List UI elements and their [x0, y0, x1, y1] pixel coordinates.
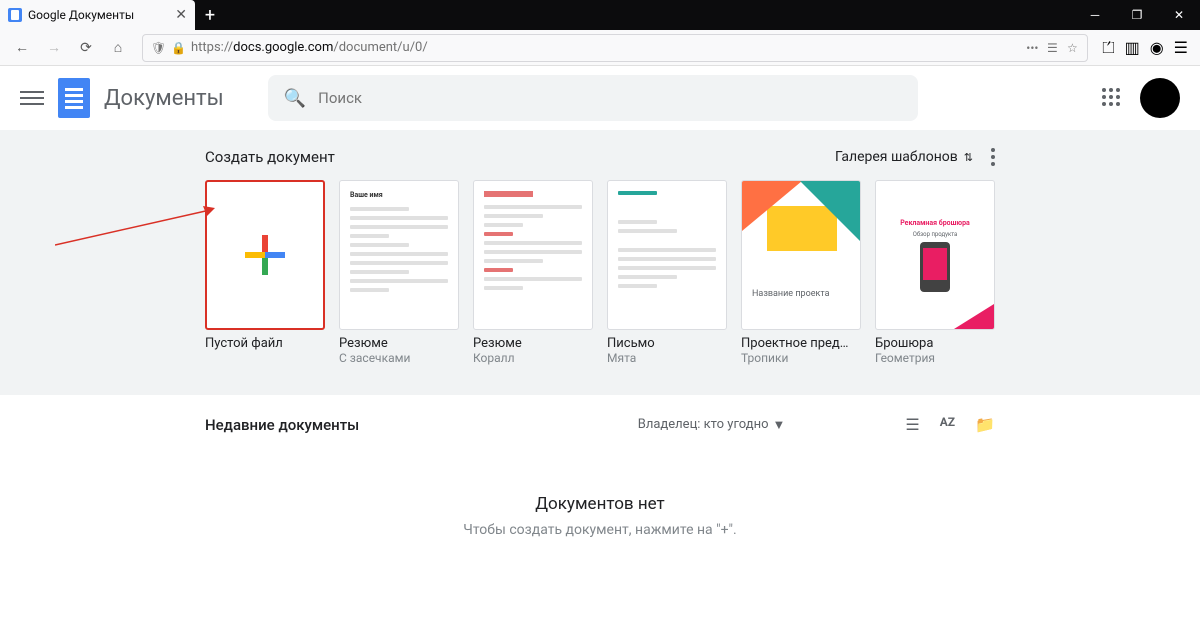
- url-text: https://docs.google.com/document/u/0/: [191, 40, 1019, 55]
- template-resume-serif[interactable]: Ваше имя Резюме С засечками: [339, 180, 459, 365]
- sidebar-icon[interactable]: ▥: [1125, 38, 1140, 57]
- close-button[interactable]: ✕: [1158, 0, 1200, 30]
- docs-favicon: [8, 8, 22, 22]
- blank-thumb: [205, 180, 325, 330]
- lock-icon: 🔒: [171, 41, 185, 55]
- apps-launcher-icon[interactable]: [1102, 88, 1122, 108]
- tab-title: Google Документы: [28, 8, 134, 22]
- bookmark-icon[interactable]: ☆: [1065, 41, 1079, 55]
- template-blank[interactable]: Пустой файл: [205, 180, 325, 365]
- address-bar[interactable]: 🛡 🔒 https://docs.google.com/document/u/0…: [142, 34, 1088, 62]
- menu-button[interactable]: ☰: [1174, 38, 1188, 57]
- plus-icon: [245, 235, 285, 275]
- gallery-label: Галерея шаблонов: [835, 149, 958, 165]
- minimize-button[interactable]: ─: [1074, 0, 1116, 30]
- reload-button[interactable]: ⟳: [72, 34, 100, 62]
- folder-picker-icon[interactable]: 📁: [975, 415, 995, 434]
- app-name: Документы: [104, 86, 224, 111]
- reader-icon[interactable]: ☰: [1045, 41, 1059, 55]
- template-row: Пустой файл Ваше имя Резюме С засечками: [205, 180, 995, 365]
- shield-icon: 🛡: [151, 41, 165, 55]
- search-input[interactable]: [318, 89, 902, 107]
- browser-toolbar: ← → ⟳ ⌂ 🛡 🔒 https://docs.google.com/docu…: [0, 30, 1200, 66]
- template-brochure[interactable]: Рекламная брошюра Обзор продукта Брошюра…: [875, 180, 995, 365]
- main-menu-button[interactable]: [20, 91, 44, 105]
- search-bar[interactable]: 🔍: [268, 75, 918, 121]
- recent-section: Недавние документы Владелец: кто угодно …: [0, 395, 1200, 618]
- template-label: Пустой файл: [205, 336, 325, 351]
- search-icon: 🔍: [284, 88, 306, 109]
- owner-filter-dropdown[interactable]: Владелец: кто угодно ▼: [638, 417, 786, 433]
- browser-tab[interactable]: Google Документы ✕: [0, 0, 195, 30]
- template-gallery-button[interactable]: Галерея шаблонов ⇅: [835, 149, 973, 165]
- new-tab-button[interactable]: +: [195, 0, 225, 30]
- template-resume-coral[interactable]: Резюме Коралл: [473, 180, 593, 365]
- empty-state: Документов нет Чтобы создать документ, н…: [205, 474, 995, 598]
- window-controls: ─ ❐ ✕: [1074, 0, 1200, 30]
- maximize-button[interactable]: ❐: [1116, 0, 1158, 30]
- recent-heading: Недавние документы: [205, 416, 359, 434]
- toolbar-right: ⏍ ▥ ◉ ☰: [1098, 38, 1192, 58]
- empty-title: Документов нет: [205, 494, 995, 514]
- templates-heading: Создать документ: [205, 148, 335, 166]
- docs-header: Документы 🔍: [0, 66, 1200, 130]
- home-button[interactable]: ⌂: [104, 34, 132, 62]
- template-letter-mint[interactable]: Письмо Мята: [607, 180, 727, 365]
- tab-close-icon[interactable]: ✕: [175, 7, 187, 23]
- templates-more-button[interactable]: [991, 148, 995, 166]
- more-url-icon[interactable]: •••: [1025, 41, 1039, 55]
- template-project-proposal[interactable]: Название проекта Проектное пред… Тропики: [741, 180, 861, 365]
- docs-logo-icon[interactable]: [58, 78, 90, 118]
- library-icon[interactable]: ⏍: [1102, 38, 1114, 58]
- sort-icon[interactable]: AZ: [940, 415, 955, 434]
- browser-titlebar: Google Документы ✕ + ─ ❐ ✕: [0, 0, 1200, 30]
- account-icon[interactable]: ◉: [1150, 38, 1164, 57]
- dropdown-icon: ▼: [773, 417, 786, 433]
- list-view-icon[interactable]: ☰: [905, 415, 919, 434]
- templates-section: Создать документ Галерея шаблонов ⇅ Пуст…: [0, 130, 1200, 395]
- unfold-icon: ⇅: [964, 151, 973, 164]
- forward-button[interactable]: →: [40, 34, 68, 62]
- empty-subtitle: Чтобы создать документ, нажмите на "+".: [205, 522, 995, 538]
- user-avatar[interactable]: [1140, 78, 1180, 118]
- back-button[interactable]: ←: [8, 34, 36, 62]
